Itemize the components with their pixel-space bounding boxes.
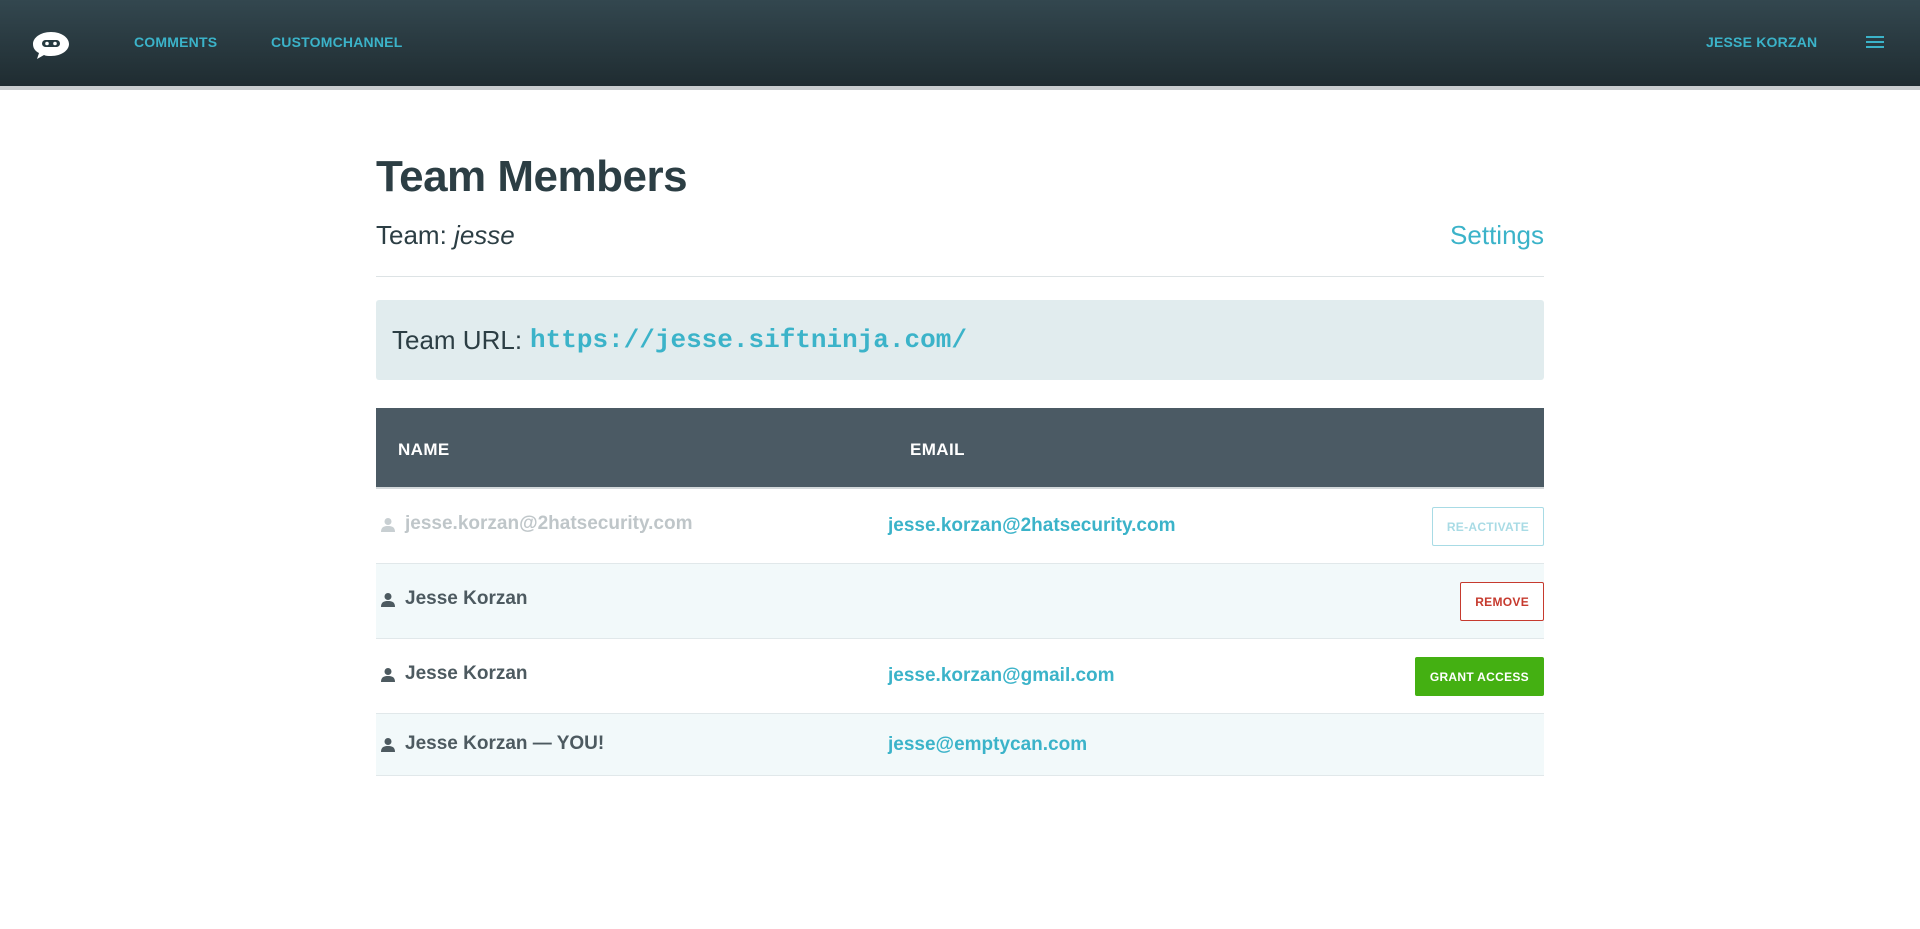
- table-row: Jesse Korzan REMOVE: [376, 564, 1544, 639]
- page-title: Team Members: [376, 152, 688, 201]
- column-header-email: EMAIL: [910, 440, 965, 459]
- divider: [376, 276, 1544, 277]
- table-header: NAME EMAIL: [376, 408, 1544, 489]
- team-url-link[interactable]: https://jesse.siftninja.com/: [530, 325, 967, 355]
- top-navigation-bar: COMMENTS CUSTOMCHANNEL JESSE KORZAN: [0, 0, 1920, 90]
- person-icon: [381, 593, 395, 607]
- hamburger-menu-icon[interactable]: [1866, 36, 1884, 52]
- member-name: jesse.korzan@2hatsecurity.com: [405, 513, 693, 534]
- team-url-label: Team URL:: [392, 324, 523, 355]
- chat-bubble-ninja-logo[interactable]: [32, 30, 70, 60]
- nav-customchannel-link[interactable]: CUSTOMCHANNEL: [271, 34, 402, 50]
- member-name: Jesse Korzan — YOU!: [405, 733, 605, 754]
- team-label: Team:: [376, 220, 447, 250]
- reactivate-button[interactable]: RE-ACTIVATE: [1431, 507, 1544, 546]
- user-menu-link[interactable]: JESSE KORZAN: [1706, 34, 1817, 50]
- member-name: Jesse Korzan: [405, 588, 528, 609]
- member-email[interactable]: jesse.korzan@gmail.com: [888, 665, 1115, 687]
- table-row: Jesse Korzan jesse.korzan@gmail.com GRAN…: [376, 639, 1544, 714]
- person-icon: [381, 738, 395, 752]
- member-email[interactable]: jesse.korzan@2hatsecurity.com: [888, 515, 1175, 537]
- column-header-name: NAME: [398, 440, 450, 459]
- team-members-table: NAME EMAIL jesse.korzan@2hatsecurity.com…: [376, 408, 1544, 776]
- member-name: Jesse Korzan: [405, 663, 528, 684]
- person-icon: [381, 668, 395, 682]
- nav-comments-link[interactable]: COMMENTS: [134, 34, 217, 50]
- grant-access-button[interactable]: GRANT ACCESS: [1414, 657, 1544, 696]
- table-row: jesse.korzan@2hatsecurity.com jesse.korz…: [376, 489, 1544, 564]
- member-email[interactable]: jesse@emptycan.com: [888, 734, 1087, 756]
- team-indicator: Team: jesse: [376, 220, 515, 251]
- remove-button[interactable]: REMOVE: [1460, 582, 1544, 621]
- team-name: jesse: [454, 220, 515, 250]
- person-icon: [381, 518, 395, 532]
- team-url-box: Team URL: https://jesse.siftninja.com/: [376, 300, 1544, 380]
- table-row: Jesse Korzan — YOU! jesse@emptycan.com: [376, 714, 1544, 776]
- settings-link[interactable]: Settings: [1450, 220, 1544, 251]
